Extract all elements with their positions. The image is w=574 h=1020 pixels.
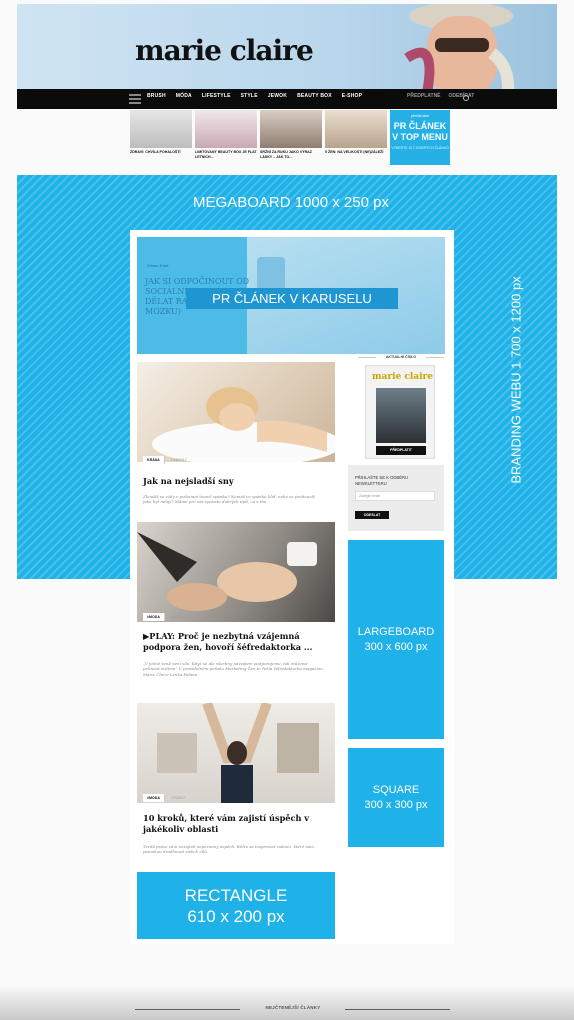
- largeboard-ad[interactable]: LARGEBOARD 300 x 600 px: [348, 540, 444, 739]
- nav-item-beauty-box[interactable]: BEAUTY BOX: [297, 93, 332, 99]
- pr-top-menu-ad[interactable]: přečíst také PR ČLÁNEK V TOP MENU VYBERT…: [390, 110, 450, 165]
- nav-item-moda[interactable]: MÓDA: [176, 93, 192, 99]
- bottom-shadow: [0, 985, 574, 1020]
- article-excerpt: Zkoušíš se vždy v podzimní únavě spánku?…: [143, 494, 315, 505]
- top-article-image: [195, 110, 257, 148]
- article-meta: #MODA 7/7/2017: [143, 794, 185, 802]
- page: marie claire BRUSH MÓDA LIFESTYLE STYLE …: [0, 0, 574, 1020]
- rectangle-label: RECTANGLE: [184, 885, 288, 905]
- nav-item-eshop[interactable]: E-SHOP: [342, 93, 362, 99]
- top-article-caption: 5 ŽEN: NA VELIKOSTI (NE)ZÁLEŽÍ: [325, 150, 384, 154]
- nav-subscribe-link[interactable]: PŘEDPLATNÉ: [407, 93, 441, 99]
- divider: [426, 357, 444, 358]
- article-date: 14/6/2017: [170, 458, 187, 462]
- top-article[interactable]: LIMITOVANÝ BEAUTY BOX JE FLAT LETNICH...: [195, 110, 257, 165]
- top-article-caption: ZDRAVÍ: CHVÍLA POHALOŠTÍ: [130, 150, 181, 154]
- megaboard-ad[interactable]: MEGABOARD 1000 x 250 px: [130, 175, 452, 230]
- carousel-kicker: Zdraví & tvé: [147, 263, 169, 268]
- top-articles: ZDRAVÍ: CHVÍLA POHALOŠTÍ LIMITOVANÝ BEAU…: [130, 110, 454, 165]
- top-article[interactable]: SRŽNÍ ZA RUKU JAKO VÝRAZ LÁSKY – JAK TO.…: [260, 110, 322, 165]
- nav-item-lifestyle[interactable]: LIFESTYLE: [202, 93, 231, 99]
- article-excerpt: „V jedné ženě není síla. Když se ale vše…: [143, 661, 323, 677]
- square-size: 300 x 300 px: [364, 798, 428, 811]
- header-banner: marie claire: [17, 4, 557, 90]
- menu-icon[interactable]: [129, 94, 141, 104]
- newsletter-title: PŘIHLAŠTE SE K ODBĚRU NEWSLETTERU: [355, 475, 409, 486]
- nav-item-jewok[interactable]: JEWOK: [268, 93, 287, 99]
- article-meta: KRÁSA 14/6/2017: [143, 456, 187, 464]
- square-label: SQUARE: [372, 783, 420, 796]
- pr-top-kicker: přečíst také: [410, 114, 430, 118]
- article-image[interactable]: [137, 362, 342, 466]
- site-logo[interactable]: marie claire: [135, 34, 314, 67]
- pr-carousel-label[interactable]: PR ČLÁNEK V KARUSELU: [186, 288, 398, 309]
- branding-label: BRANDING WEBU 1 700 x 1200 px: [486, 230, 546, 530]
- largeboard-label: LARGEBOARD: [357, 625, 435, 638]
- current-issue[interactable]: AKTUÁLNÍ ČÍSLO marie claire PŘEDPLATIT: [358, 355, 444, 465]
- article-tag[interactable]: #MODA: [143, 613, 165, 621]
- article-image[interactable]: [137, 701, 335, 803]
- nav-follow-link[interactable]: ODEBÍRAT: [449, 93, 475, 99]
- newsletter-email-input[interactable]: Zadejte email: [355, 491, 435, 501]
- article-tag[interactable]: #MODA: [143, 794, 165, 802]
- cover-logo: marie claire: [372, 372, 433, 382]
- article-image[interactable]: [137, 522, 335, 622]
- subscribe-button[interactable]: PŘEDPLATIT: [376, 446, 426, 455]
- article-excerpt: Tvrdá práce vám nezajistí nepoznaný úspě…: [143, 844, 314, 855]
- main-nav: BRUSH MÓDA LIFESTYLE STYLE JEWOK BEAUTY …: [17, 89, 557, 109]
- nav-item-style[interactable]: STYLE: [241, 93, 258, 99]
- search-icon[interactable]: [463, 95, 469, 101]
- branding-label-text: BRANDING WEBU 1 700 x 1200 px: [508, 276, 524, 484]
- newsletter-submit-button[interactable]: ODESLAT: [355, 511, 389, 519]
- top-article-image: [325, 110, 387, 148]
- top-article[interactable]: ZDRAVÍ: CHVÍLA POHALOŠTÍ: [130, 110, 192, 165]
- header-model-image: [404, 4, 514, 90]
- largeboard-size: 300 x 600 px: [364, 640, 428, 653]
- square-ad[interactable]: SQUARE 300 x 300 px: [348, 748, 444, 847]
- article-title[interactable]: ▶PLAY: Proč je nezbytná vzájemná podpora…: [143, 631, 328, 653]
- article-date: 7/7/2017: [170, 796, 185, 800]
- celebrating-woman-illustration: [157, 701, 319, 803]
- sleeping-woman-illustration: [152, 387, 342, 466]
- article-tag[interactable]: KRÁSA: [143, 456, 165, 464]
- pr-top-title: PR ČLÁNEK V TOP MENU: [392, 121, 448, 142]
- nav-item-brush[interactable]: BRUSH: [147, 93, 166, 99]
- top-article-image: [130, 110, 192, 148]
- top-article-caption: LIMITOVANÝ BEAUTY BOX JE FLAT LETNICH...: [195, 150, 257, 159]
- cover-image: [376, 388, 426, 443]
- article-date: 8/6/2017: [170, 615, 185, 619]
- article-title[interactable]: Jak na nejsladší sny: [143, 476, 328, 487]
- top-article-caption: SRŽNÍ ZA RUKU JAKO VÝRAZ LÁSKY – JAK TO.…: [260, 150, 312, 159]
- top-article[interactable]: 5 ŽEN: NA VELIKOSTI (NE)ZÁLEŽÍ: [325, 110, 387, 165]
- top-article-image: [260, 110, 322, 148]
- magazine-cover: marie claire PŘEDPLATIT: [365, 365, 435, 459]
- rectangle-ad[interactable]: RECTANGLE 610 x 200 px: [137, 872, 335, 939]
- pr-top-sub: VYBERTE SI Z DOBRÝCH ČLÁNKŮ: [391, 146, 449, 150]
- rectangle-size: 610 x 200 px: [187, 906, 285, 926]
- article-meta: #MODA 8/6/2017: [143, 613, 185, 621]
- hands-illustration: [137, 532, 317, 611]
- article-title[interactable]: 10 kroků, které vám zajistí úspěch v jak…: [143, 813, 328, 835]
- newsletter-box: PŘIHLAŠTE SE K ODBĚRU NEWSLETTERU Zadejt…: [348, 465, 444, 531]
